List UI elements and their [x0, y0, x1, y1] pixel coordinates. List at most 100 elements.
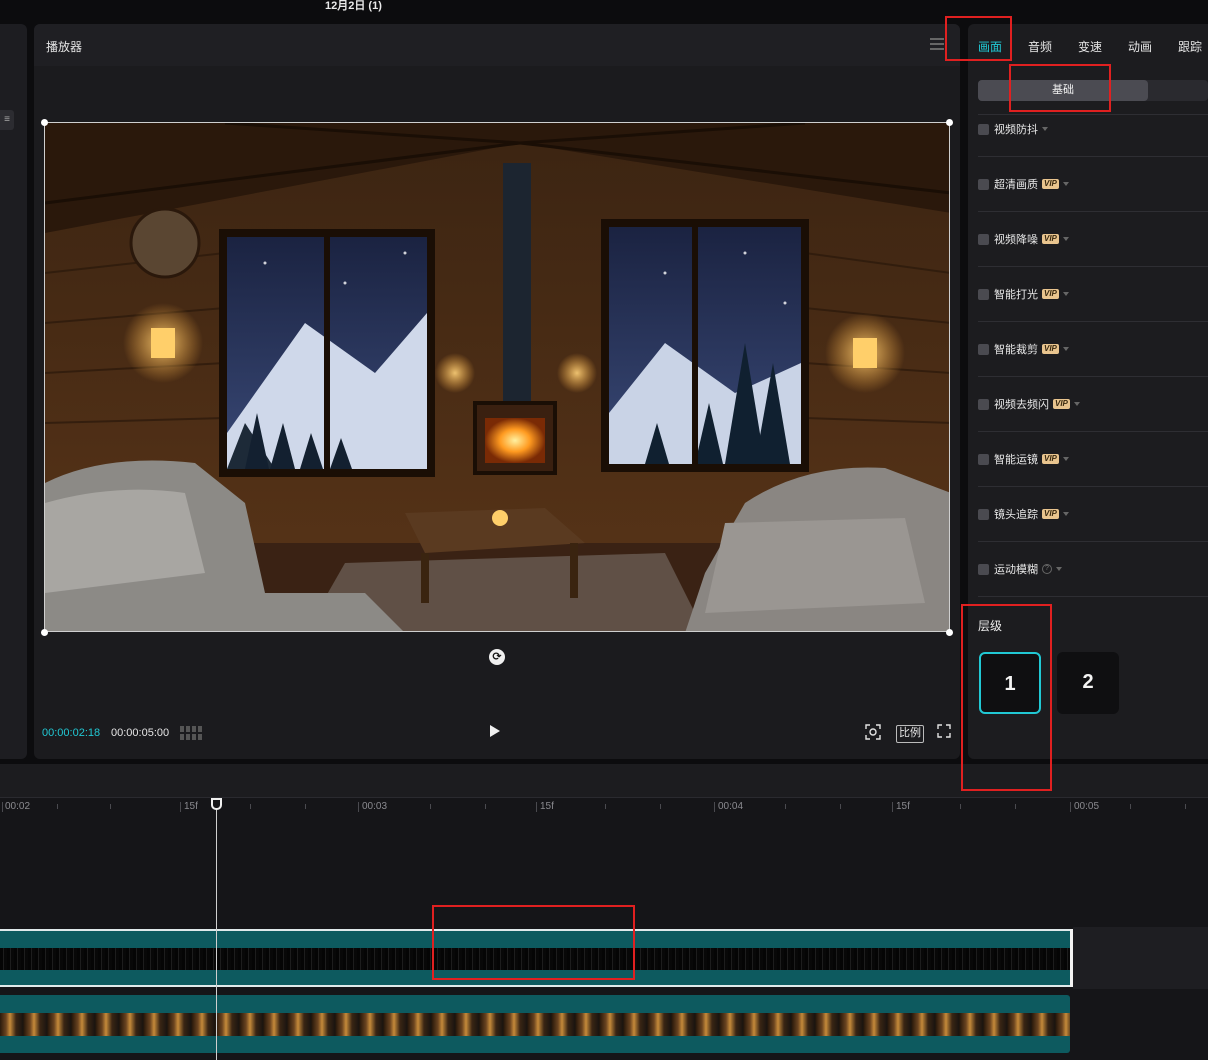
- playhead-line[interactable]: [216, 802, 217, 1060]
- annotation-box: [432, 905, 635, 980]
- window-title: 12月2日 (1): [325, 0, 382, 12]
- title-bar: 12月2日 (1): [0, 0, 1208, 14]
- divider: [978, 156, 1208, 157]
- chevron-down-icon[interactable]: [1062, 512, 1069, 516]
- playhead-handle[interactable]: [211, 798, 222, 810]
- chevron-down-icon[interactable]: [1042, 127, 1048, 131]
- vip-badge: VIP: [1042, 509, 1059, 519]
- chevron-down-icon[interactable]: [1062, 292, 1069, 296]
- resize-handle-tr[interactable]: [946, 119, 953, 126]
- tab-speed[interactable]: 变速: [1078, 38, 1102, 55]
- tab-tracking[interactable]: 跟踪: [1178, 38, 1202, 55]
- zoom-fit-icon[interactable]: [864, 723, 882, 741]
- tab-audio[interactable]: 音频: [1028, 38, 1052, 55]
- ruler-label: 00:04: [718, 801, 744, 812]
- checkbox[interactable]: [978, 178, 989, 190]
- ruler-tick: [892, 802, 893, 812]
- total-time: 00:00:05:00: [111, 727, 170, 739]
- timeline-ruler[interactable]: 00:02 15f 00:03 15f 00:04 15f 00:05: [0, 798, 1208, 818]
- feature-denoise[interactable]: 视频降噪 VIP: [978, 231, 1069, 247]
- ruler-tick: [1130, 804, 1131, 809]
- divider: [978, 321, 1208, 322]
- chevron-down-icon[interactable]: [1062, 347, 1069, 351]
- feature-smart-crop[interactable]: 智能裁剪 VIP: [978, 341, 1069, 357]
- ruler-tick: [305, 804, 306, 809]
- checkbox[interactable]: [978, 288, 989, 300]
- ruler-tick: [180, 802, 181, 812]
- divider: [978, 596, 1208, 597]
- player-header: 播放器: [34, 24, 960, 66]
- checkbox[interactable]: [978, 453, 989, 465]
- chevron-down-icon[interactable]: [1062, 457, 1069, 461]
- checkbox[interactable]: [978, 123, 989, 135]
- feature-smart-lighting[interactable]: 智能打光 VIP: [978, 286, 1069, 302]
- ruler-tick: [660, 804, 661, 809]
- vip-badge: VIP: [1042, 454, 1059, 464]
- media-panel: ≡: [0, 24, 27, 759]
- player-title: 播放器: [46, 40, 83, 54]
- ruler-tick: [430, 804, 431, 809]
- divider: [978, 541, 1208, 542]
- filter-icon[interactable]: ≡: [0, 110, 14, 130]
- menu-icon[interactable]: [930, 38, 944, 50]
- ruler-tick: [785, 804, 786, 809]
- ruler-label: 00:03: [362, 801, 388, 812]
- vip-badge: VIP: [1042, 179, 1059, 189]
- ruler-label: 00:05: [1074, 801, 1100, 812]
- divider: [978, 431, 1208, 432]
- fullscreen-icon[interactable]: [936, 723, 952, 741]
- vip-badge: VIP: [1042, 344, 1059, 354]
- checkbox[interactable]: [978, 343, 989, 355]
- checkbox[interactable]: [978, 563, 989, 575]
- video-preview[interactable]: [44, 122, 950, 632]
- ruler-tick: [840, 804, 841, 809]
- vip-badge: VIP: [1042, 234, 1059, 244]
- feature-stabilize[interactable]: 视频防抖: [978, 121, 1048, 137]
- player-panel: 播放器 ⟳ 00:00:02:18 00:00:05:00 比例: [34, 24, 960, 759]
- ratio-button[interactable]: 比例: [896, 725, 924, 743]
- clip-trim-handle[interactable]: [1070, 929, 1073, 987]
- checkbox[interactable]: [978, 398, 989, 410]
- ruler-tick: [1015, 804, 1016, 809]
- divider: [978, 114, 1208, 115]
- feature-deflicker[interactable]: 视频去频闪 VIP: [978, 396, 1080, 412]
- annotation-box: [961, 604, 1052, 791]
- clip-thumbnail-strip: [0, 1013, 1070, 1036]
- annotation-box: [945, 16, 1012, 61]
- track-empty-area: [1073, 927, 1208, 989]
- resize-handle-br[interactable]: [946, 629, 953, 636]
- video-clip-main[interactable]: [0, 995, 1070, 1053]
- resize-handle-tl[interactable]: [41, 119, 48, 126]
- rotate-icon[interactable]: ⟳: [489, 649, 505, 665]
- checkbox[interactable]: [978, 233, 989, 245]
- tab-animation[interactable]: 动画: [1128, 38, 1152, 55]
- play-button[interactable]: [490, 725, 500, 737]
- timecode-grid-icon[interactable]: [180, 726, 202, 740]
- ruler-tick: [714, 802, 715, 812]
- vip-badge: VIP: [1053, 399, 1070, 409]
- ruler-label: 15f: [184, 801, 198, 812]
- resize-handle-bl[interactable]: [41, 629, 48, 636]
- ruler-tick: [1070, 802, 1071, 812]
- feature-lens-tracking[interactable]: 镜头追踪 VIP: [978, 506, 1069, 522]
- ruler-tick: [1185, 804, 1186, 809]
- chevron-down-icon[interactable]: [1073, 402, 1080, 406]
- chevron-down-icon[interactable]: [1062, 182, 1069, 186]
- current-time: 00:00:02:18: [42, 727, 101, 739]
- chevron-down-icon[interactable]: [1062, 237, 1069, 241]
- help-icon[interactable]: ?: [1042, 564, 1052, 574]
- feature-motion-blur[interactable]: 运动模糊 ?: [978, 561, 1062, 577]
- checkbox[interactable]: [978, 508, 989, 520]
- chevron-down-icon[interactable]: [1056, 567, 1062, 571]
- ruler-tick: [960, 804, 961, 809]
- ruler-tick: [2, 802, 3, 812]
- layer-option-2[interactable]: 2: [1057, 652, 1119, 714]
- divider: [978, 266, 1208, 267]
- ruler-label: 15f: [896, 801, 910, 812]
- feature-smart-camera[interactable]: 智能运镜 VIP: [978, 451, 1069, 467]
- ruler-tick: [536, 802, 537, 812]
- feature-super-resolution[interactable]: 超清画质 VIP: [978, 176, 1069, 192]
- app-window: 12月2日 (1) ≡ 播放器 ⟳ 00:00:02:18 00:00:05:0…: [0, 0, 1208, 1060]
- ruler-tick: [485, 804, 486, 809]
- divider: [978, 211, 1208, 212]
